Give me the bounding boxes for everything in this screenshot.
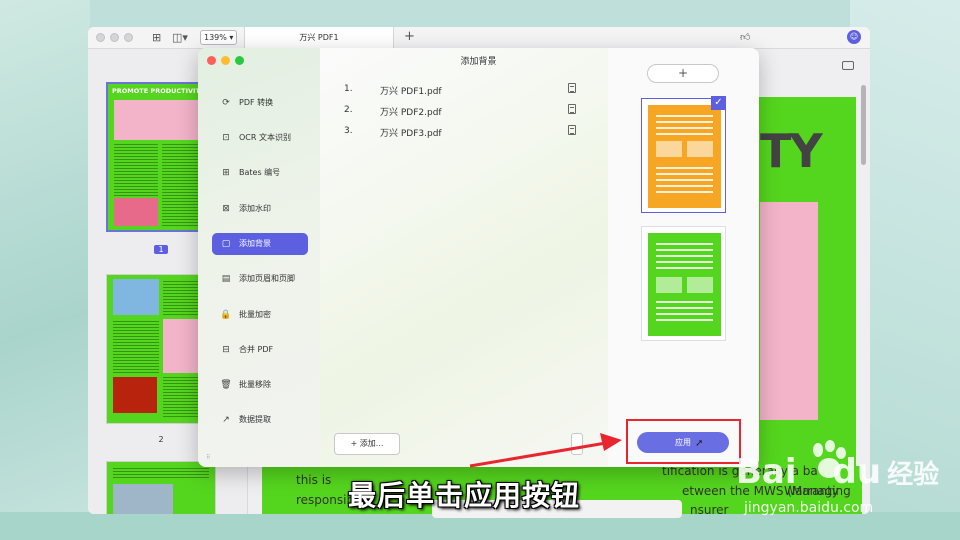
tutorial-caption: 最后单击应用按钮: [348, 479, 581, 512]
watermark-url: jingyan.baidu.com: [744, 500, 874, 516]
watermark-logo-text: Bai: [736, 452, 797, 492]
watermark-logo-text-2: du: [832, 452, 882, 492]
baidu-watermark-logo: Bai du 经验: [736, 452, 939, 492]
watermark-jingyan: 经验: [887, 460, 940, 490]
